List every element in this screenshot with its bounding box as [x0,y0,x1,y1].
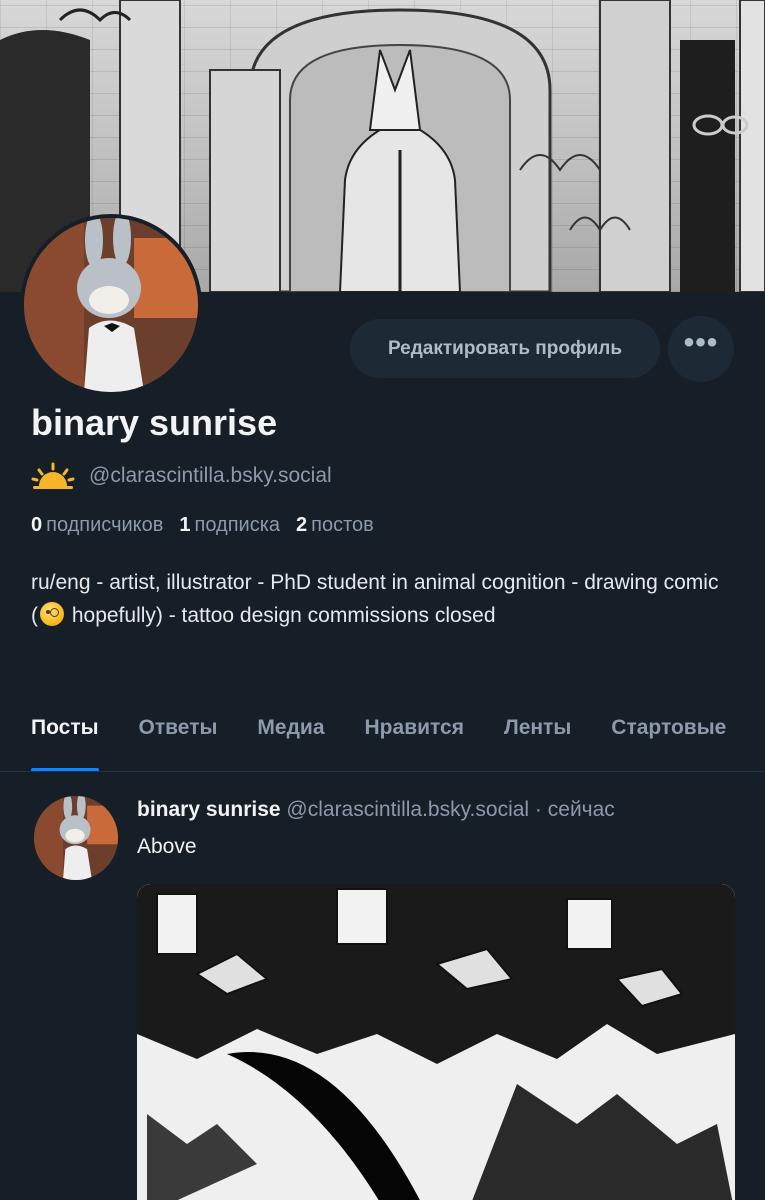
profile-handle[interactable]: @clarascintilla.bsky.social [89,464,332,488]
post-image[interactable] [137,884,735,1200]
more-options-button[interactable]: ••• [668,316,734,382]
tab-media[interactable]: Медиа [257,700,324,771]
followers-label: подписчиков [46,514,164,536]
tab-replies[interactable]: Ответы [139,700,218,771]
followers-count: 0 [31,514,43,536]
followers-stat[interactable]: 0 подписчиков [31,514,163,537]
tab-starter-packs[interactable]: Стартовые [611,700,726,771]
post-timestamp[interactable]: сейчас [548,798,615,821]
posts-count: 2 [296,514,308,536]
post-separator: · [534,798,542,821]
profile-bio: ru/eng - artist, illustrator - PhD stude… [31,566,731,632]
post-author-handle[interactable]: @clarascintilla.bsky.social [286,798,529,821]
post-header: binary sunrise @clarascintilla.bsky.soci… [137,798,615,822]
bio-text-part2: hopefully) - tattoo design commissions c… [66,604,496,627]
face-with-monocle-emoji-icon [40,602,64,626]
post-text: Above [137,835,197,858]
profile-avatar[interactable] [20,214,202,396]
following-label: подписка [194,514,281,536]
following-count: 1 [179,514,191,536]
following-stat[interactable]: 1 подписка [179,514,280,537]
profile-display-name: binary sunrise [31,402,278,443]
tab-feeds[interactable]: Ленты [504,700,571,771]
post-author-name[interactable]: binary sunrise [137,798,281,821]
ellipsis-icon: ••• [683,326,719,359]
post-author-avatar[interactable] [34,796,118,880]
profile-stats: 0 подписчиков 1 подписка 2 постов [31,514,390,537]
posts-label: постов [311,514,374,536]
sunrise-emoji-icon [31,462,75,489]
profile-tabs: Посты Ответы Медиа Нравится Ленты Старто… [0,700,765,772]
handle-row: @clarascintilla.bsky.social [31,462,332,490]
posts-stat: 2 постов [296,514,374,537]
tab-posts[interactable]: Посты [31,700,99,771]
tab-likes[interactable]: Нравится [365,700,464,771]
edit-profile-button[interactable]: Редактировать профиль [350,319,660,378]
